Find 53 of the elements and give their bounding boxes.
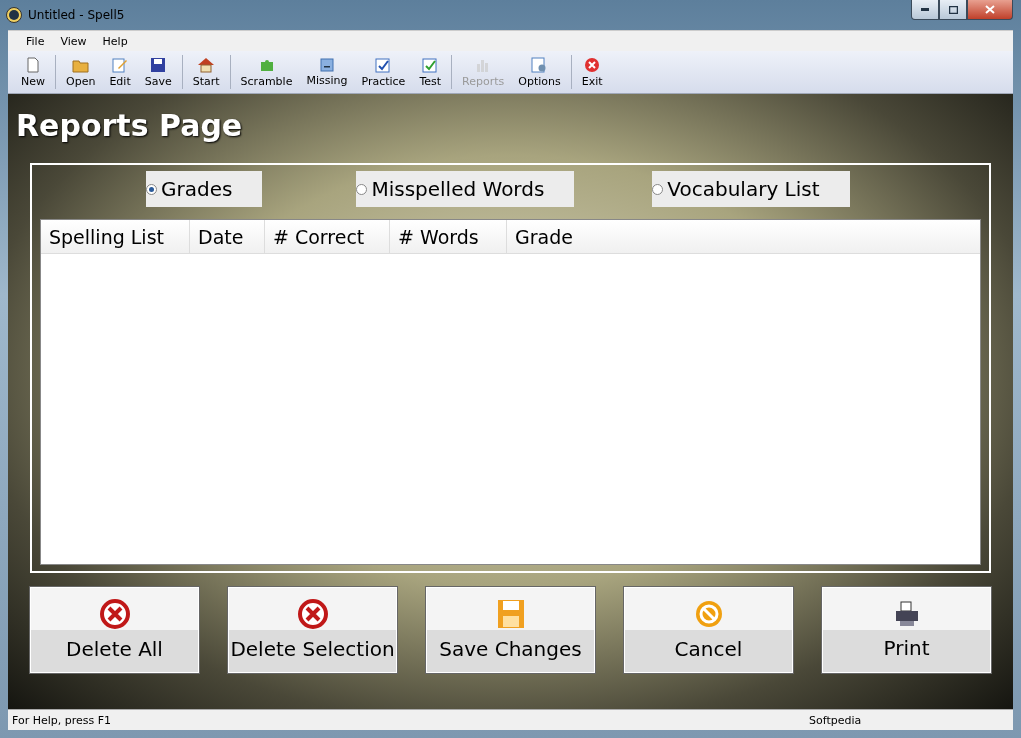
report-type-radio[interactable]: Vocabulary List: [652, 171, 850, 207]
page-heading: Reports Page: [16, 108, 244, 143]
menu-item[interactable]: View: [52, 34, 95, 48]
toolbar-button[interactable]: New: [14, 51, 52, 93]
column-header[interactable]: Spelling List: [41, 220, 190, 253]
status-text: Softpedia: [809, 713, 863, 727]
status-text: For Help, press F1: [12, 713, 112, 727]
close-circle-icon: [99, 599, 130, 629]
pencil-page-icon: [112, 56, 129, 73]
window-title: Untitled - Spell5: [28, 8, 125, 22]
menu-item[interactable]: File: [18, 34, 53, 48]
toolbar-button[interactable]: Start: [185, 51, 227, 93]
toolbar-button[interactable]: Open: [59, 51, 103, 93]
page-gear-icon: [531, 56, 548, 73]
radio-dot[interactable]: [146, 183, 157, 195]
action-button[interactable]: Delete All: [30, 587, 199, 673]
toolbar-button[interactable]: Edit: [102, 51, 138, 93]
app-logo-icon: [6, 7, 22, 23]
toolbar-button[interactable]: Practice: [354, 51, 413, 93]
no-sign-icon: [693, 599, 724, 629]
checkbox-icon: [422, 56, 439, 73]
close-circle-icon: [584, 56, 601, 73]
column-header[interactable]: # Correct: [265, 220, 390, 253]
menu-item[interactable]: Help: [94, 34, 136, 48]
toolbar-button[interactable]: Test: [412, 51, 449, 93]
minimize-icon: [921, 8, 929, 11]
checkbox-icon: [375, 56, 392, 73]
close-icon: [985, 5, 995, 14]
close-circle-icon: [297, 599, 328, 629]
close-button[interactable]: [967, 0, 1013, 20]
page-icon: [26, 56, 40, 73]
column-header[interactable]: # Words: [390, 220, 507, 253]
toolbar-button[interactable]: Options: [511, 51, 568, 93]
radio-dot[interactable]: [652, 183, 664, 195]
action-button[interactable]: Delete Selection: [228, 587, 397, 673]
radio-dot[interactable]: [356, 183, 368, 195]
action-button[interactable]: Save Changes: [426, 587, 595, 673]
square-icon: [319, 57, 334, 72]
printer-icon: [893, 600, 920, 628]
action-button[interactable]: Print: [822, 587, 991, 673]
report-type-radio[interactable]: Misspelled Words: [356, 171, 575, 207]
toolbar-button[interactable]: Scramble: [233, 51, 300, 93]
column-header[interactable]: Grade: [507, 220, 579, 253]
maximize-icon: [948, 5, 958, 14]
action-button[interactable]: Cancel: [624, 587, 793, 673]
toolbar-button[interactable]: Exit: [574, 51, 610, 93]
house-icon: [197, 56, 216, 73]
toolbar-button[interactable]: Save: [137, 51, 179, 93]
column-header[interactable]: Date: [190, 220, 265, 253]
report-type-radio[interactable]: Grades: [146, 171, 263, 207]
minimize-button[interactable]: [911, 0, 939, 20]
maximize-button[interactable]: [939, 0, 967, 20]
toolbar-button[interactable]: Missing: [299, 51, 355, 93]
